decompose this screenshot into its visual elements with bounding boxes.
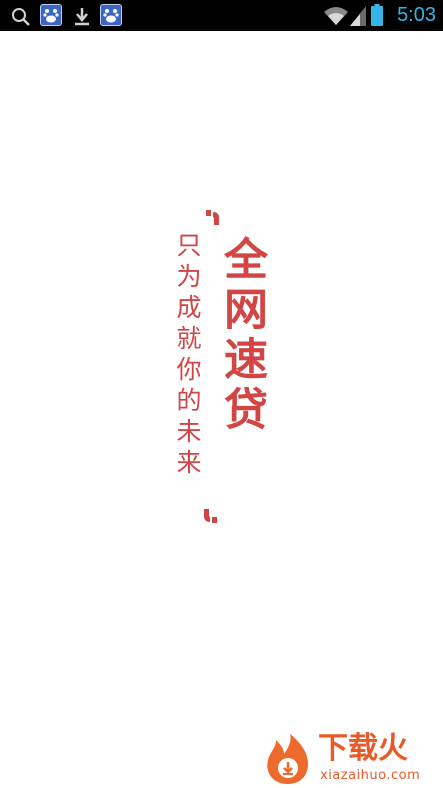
- watermark: 下载火 xiazaihuo.com: [258, 730, 443, 788]
- app-tagline: 只为成就你的未来: [173, 232, 202, 480]
- baidu-app-icon: [100, 4, 122, 26]
- status-time: 5:03: [397, 4, 436, 26]
- baidu-app-icon: [40, 4, 62, 26]
- flame-logo-icon: [267, 734, 308, 784]
- download-icon: [75, 8, 89, 26]
- signal-icon: [350, 6, 366, 26]
- wifi-icon: [324, 7, 348, 25]
- close-quote-mark: [204, 509, 217, 523]
- status-bar: 5:03: [0, 0, 443, 31]
- open-quote-mark: [206, 210, 219, 225]
- battery-icon: [371, 4, 383, 26]
- watermark-title: 下载火: [318, 731, 408, 766]
- app-title: 全网速贷: [216, 236, 267, 436]
- search-icon: [12, 8, 30, 26]
- watermark-domain: xiazaihuo.com: [320, 768, 421, 783]
